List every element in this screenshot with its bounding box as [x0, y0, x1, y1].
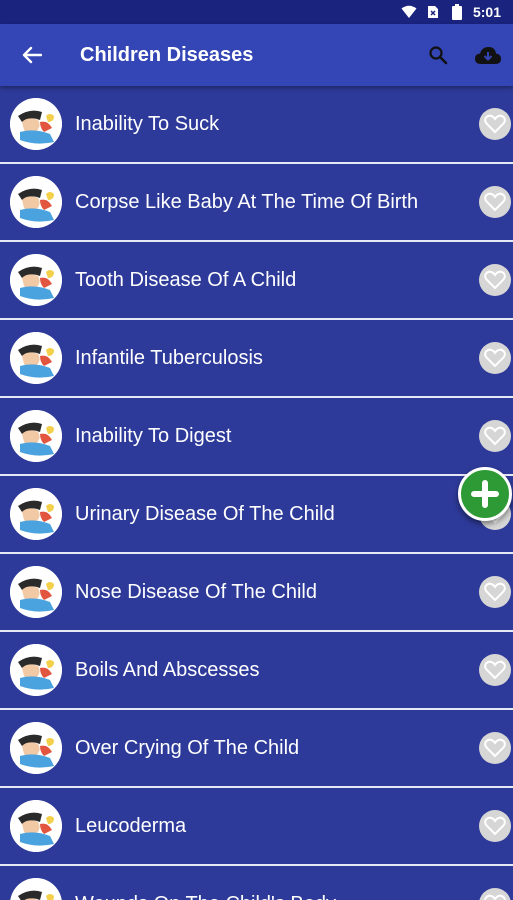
favorite-button[interactable]	[479, 186, 511, 218]
battery-icon	[449, 4, 465, 20]
child-doctor-icon	[10, 722, 62, 774]
favorite-button[interactable]	[479, 654, 511, 686]
app-bar: Children Diseases	[0, 24, 513, 86]
wifi-icon	[401, 4, 417, 20]
status-bar: 5:01	[0, 0, 513, 24]
favorite-button[interactable]	[479, 264, 511, 296]
page-title: Children Diseases	[80, 43, 254, 66]
heart-icon	[484, 816, 506, 836]
favorite-button[interactable]	[479, 732, 511, 764]
list-item[interactable]: Corpse Like Baby At The Time Of Birth	[0, 164, 513, 242]
favorite-button[interactable]	[479, 420, 511, 452]
child-doctor-icon	[10, 800, 62, 852]
heart-icon	[484, 348, 506, 368]
list-item[interactable]: Inability To Digest	[0, 398, 513, 476]
child-doctor-icon	[10, 410, 62, 462]
child-doctor-icon	[10, 566, 62, 618]
list-item-label: Boils And Abscesses	[75, 658, 260, 681]
heart-icon	[484, 114, 506, 134]
list-item[interactable]: Leucoderma	[0, 788, 513, 866]
child-doctor-icon	[10, 254, 62, 306]
no-sim-icon	[425, 4, 441, 20]
heart-icon	[484, 660, 506, 680]
heart-icon	[484, 894, 506, 900]
list-item[interactable]: Tooth Disease Of A Child	[0, 242, 513, 320]
heart-icon	[484, 192, 506, 212]
favorite-button[interactable]	[479, 342, 511, 374]
favorite-button[interactable]	[479, 888, 511, 900]
heart-icon	[484, 426, 506, 446]
disease-list: Inability To Suck Corpse Like Baby At The…	[0, 86, 513, 900]
heart-icon	[484, 582, 506, 602]
heart-icon	[484, 738, 506, 758]
add-button[interactable]	[458, 467, 512, 521]
list-item-label: Urinary Disease Of The Child	[75, 502, 335, 525]
child-doctor-icon	[10, 644, 62, 696]
favorite-button[interactable]	[479, 810, 511, 842]
list-item[interactable]: Wounds On The Child's Body	[0, 866, 513, 900]
list-item-label: Nose Disease Of The Child	[75, 580, 317, 603]
list-item[interactable]: Urinary Disease Of The Child	[0, 476, 513, 554]
list-item-label: Wounds On The Child's Body	[75, 893, 479, 900]
list-item-label: Infantile Tuberculosis	[75, 346, 263, 369]
list-item-label: Tooth Disease Of A Child	[75, 268, 297, 291]
search-icon	[429, 46, 448, 65]
list-item-label: Inability To Suck	[75, 112, 220, 135]
heart-icon	[484, 270, 506, 290]
child-doctor-icon	[10, 332, 62, 384]
child-doctor-icon	[10, 98, 62, 150]
cloud-download-icon	[475, 47, 501, 64]
plus-icon	[471, 480, 499, 508]
child-doctor-icon	[10, 488, 62, 540]
list-item-label: Inability To Digest	[75, 424, 232, 447]
list-item-label: Corpse Like Baby At The Time Of Birth	[75, 190, 419, 213]
list-item[interactable]: Boils And Abscesses	[0, 632, 513, 710]
cloud-download-button[interactable]	[463, 24, 513, 86]
arrow-back-icon	[22, 46, 42, 64]
back-button[interactable]	[0, 24, 64, 86]
child-doctor-icon	[10, 176, 62, 228]
child-doctor-icon	[10, 878, 62, 900]
list-item[interactable]: Over Crying Of The Child	[0, 710, 513, 788]
status-time: 5:01	[472, 4, 501, 20]
list-item[interactable]: Inability To Suck	[0, 86, 513, 164]
favorite-button[interactable]	[479, 108, 511, 140]
search-button[interactable]	[413, 24, 463, 86]
list-item[interactable]: Infantile Tuberculosis	[0, 320, 513, 398]
list-item-label: Leucoderma	[75, 814, 187, 837]
list-item-label: Over Crying Of The Child	[75, 736, 300, 759]
list-item[interactable]: Nose Disease Of The Child	[0, 554, 513, 632]
favorite-button[interactable]	[479, 576, 511, 608]
